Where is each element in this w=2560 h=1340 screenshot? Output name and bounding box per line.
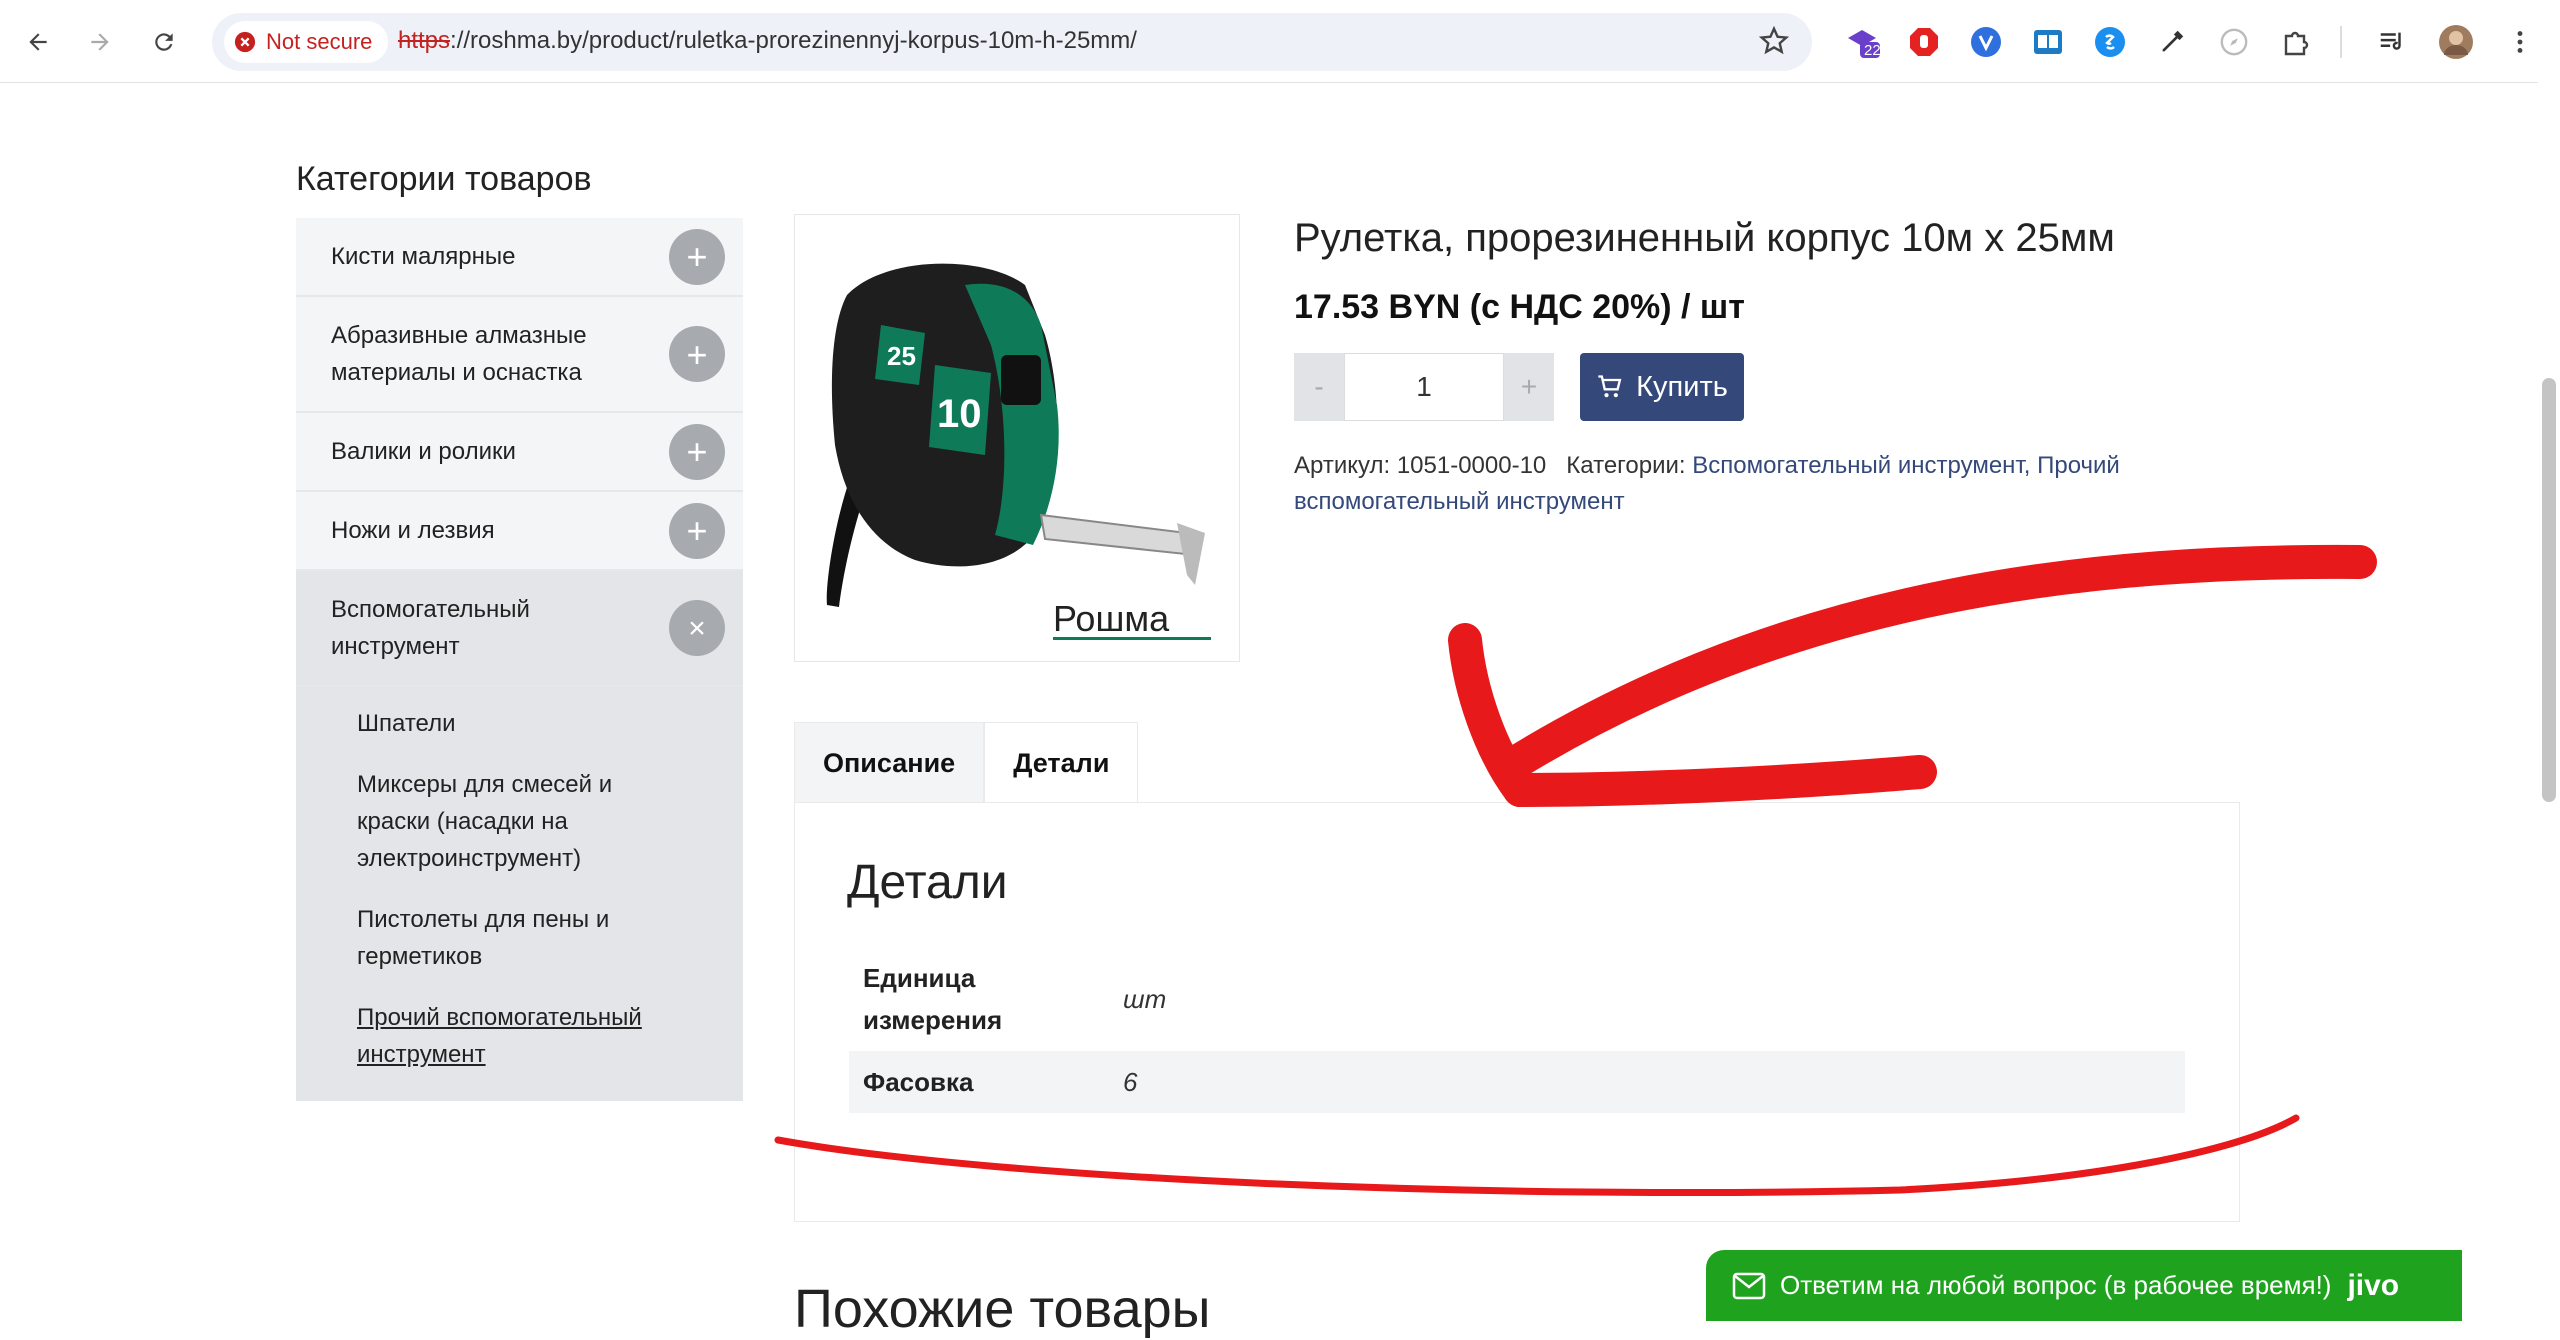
tab-description[interactable]: Описание — [794, 722, 985, 803]
image-brand-logo: Рошма — [1053, 598, 1170, 639]
security-chip[interactable]: Not secure — [224, 21, 389, 63]
extension-graduation-icon[interactable]: 22 — [1842, 22, 1882, 62]
category-label: Ножи и лезвия — [331, 517, 495, 544]
media-queue-icon[interactable] — [2372, 22, 2412, 62]
category-label: Вспомогательный инструмент — [331, 596, 530, 660]
url-path: ://roshma.by/product/ruletka-prorezinenn… — [450, 27, 1137, 54]
category-item-auxiliary-tools[interactable]: Вспомогательный инструмент × — [296, 571, 743, 687]
chat-widget[interactable]: Ответим на любой вопрос (в рабочее время… — [1706, 1250, 2462, 1321]
subcategory-mixers[interactable]: Миксеры для смесей и краски (насадки на … — [296, 754, 743, 889]
product-title: Рулетка, прорезиненный корпус 10м х 25мм — [1294, 216, 2115, 260]
details-panel: Детали Единица измерения шт Фасовка 6 — [794, 802, 2240, 1222]
back-button[interactable] — [16, 20, 60, 64]
category-link-auxiliary[interactable]: Вспомогательный инструмент, — [1692, 452, 2030, 479]
subcategory-other-tools[interactable]: Прочий вспомогательный инструмент — [296, 987, 743, 1085]
product-meta: Артикул: 1051-0000-10 Категории: Вспомог… — [1294, 448, 2194, 520]
sku-label: Артикул: — [1294, 452, 1391, 479]
tape-measure-image: 25 10 Рошма — [826, 263, 1211, 640]
sku-value: 1051-0000-10 — [1396, 452, 1547, 479]
qty-increase-button[interactable]: + — [1504, 353, 1554, 421]
chat-message: Ответим на любой вопрос (в рабочее время… — [1780, 1270, 2332, 1300]
categories-label: Категории: — [1566, 452, 1686, 479]
buy-label: Купить — [1636, 370, 1728, 403]
category-label: Валики и ролики — [331, 438, 516, 465]
toolbar-divider — [2340, 26, 2342, 58]
categories-title: Категории товаров — [296, 160, 592, 198]
qty-input[interactable]: 1 — [1344, 353, 1504, 421]
collapse-close-icon[interactable]: × — [669, 600, 725, 656]
table-row: Единица измерения шт — [849, 947, 2185, 1051]
details-table: Единица измерения шт Фасовка 6 — [849, 947, 2185, 1113]
image-label-25: 25 — [887, 341, 916, 371]
browser-toolbar: Not secure https://roshma.by/product/rul… — [0, 0, 2560, 83]
security-label: Not secure — [266, 29, 373, 54]
expand-plus-icon[interactable]: + — [669, 228, 725, 285]
row-key: Фасовка — [863, 1067, 974, 1097]
eyedropper-icon[interactable] — [2152, 22, 2192, 62]
category-sidebar: Кисти малярные + Абразивные алмазные мат… — [296, 218, 743, 1101]
tab-details[interactable]: Детали — [984, 722, 1139, 803]
page-scrollbar[interactable] — [2538, 82, 2560, 1321]
reload-button[interactable] — [142, 20, 186, 64]
warning-icon — [234, 31, 256, 53]
details-title: Детали — [847, 856, 1008, 909]
url-protocol: https — [398, 27, 451, 54]
row-value: 6 — [1123, 1066, 1138, 1097]
mail-icon — [1732, 1272, 1766, 1300]
scrollbar-thumb[interactable] — [2542, 378, 2556, 802]
category-item-brushes[interactable]: Кисти малярные + — [296, 218, 743, 297]
expand-plus-icon[interactable]: + — [669, 502, 725, 559]
qty-decrease-button[interactable]: - — [1294, 353, 1344, 421]
subcategory-spatulas[interactable]: Шпатели — [296, 693, 743, 754]
jivo-logo: jivo — [2347, 1268, 2400, 1302]
extension-v-icon[interactable] — [1966, 22, 2006, 62]
row-value: шт — [1123, 983, 1167, 1014]
category-item-abrasives[interactable]: Абразивные алмазные материалы и оснастка… — [296, 297, 743, 413]
url-text[interactable]: https://roshma.by/product/ruletka-prorez… — [398, 27, 1137, 55]
row-key: Единица измерения — [863, 963, 1003, 1035]
extension-compass-icon[interactable] — [2214, 22, 2254, 62]
extensions-puzzle-icon[interactable] — [2276, 22, 2316, 62]
quantity-stepper: - 1 + — [1294, 353, 1554, 421]
subcategory-list: Шпатели Миксеры для смесей и краски (нас… — [296, 687, 743, 1101]
subcategory-foam-guns[interactable]: Пистолеты для пены и герметиков — [296, 889, 743, 987]
expand-plus-icon[interactable]: + — [669, 423, 725, 480]
extension-shazam-icon[interactable] — [2090, 22, 2130, 62]
category-label: Кисти малярные — [331, 243, 516, 270]
category-item-knives[interactable]: Ножи и лезвия + — [296, 492, 743, 571]
browser-menu-icon[interactable] — [2500, 22, 2540, 62]
product-price: 17.53 BYN (с НДС 20%) / шт — [1294, 288, 1745, 326]
product-image[interactable]: 25 10 Рошма — [794, 214, 1240, 662]
cart-icon — [1598, 375, 1622, 398]
address-bar[interactable]: Not secure https://roshma.by/product/rul… — [212, 13, 1812, 71]
profile-avatar[interactable] — [2436, 22, 2476, 62]
back-arrow-icon — [29, 33, 47, 51]
extension-stop-hand-icon[interactable] — [1904, 22, 1944, 62]
bookmark-star-icon[interactable] — [1758, 25, 1790, 62]
image-label-10: 10 — [937, 392, 982, 436]
table-row: Фасовка 6 — [849, 1051, 2185, 1113]
expand-plus-icon[interactable]: + — [669, 326, 725, 382]
reload-icon — [155, 33, 173, 51]
extension-badge: 22 — [1864, 42, 1881, 59]
forward-arrow-icon — [91, 33, 109, 51]
similar-products-heading: Похожие товары — [794, 1279, 1211, 1339]
buy-button[interactable]: Купить — [1580, 353, 1744, 421]
category-item-rollers[interactable]: Валики и ролики + — [296, 413, 743, 492]
forward-button[interactable] — [78, 20, 122, 64]
category-label: Абразивные алмазные материалы и оснастка — [331, 322, 587, 386]
product-tabs: Описание Детали — [794, 722, 1139, 803]
extension-book-icon[interactable] — [2028, 22, 2068, 62]
